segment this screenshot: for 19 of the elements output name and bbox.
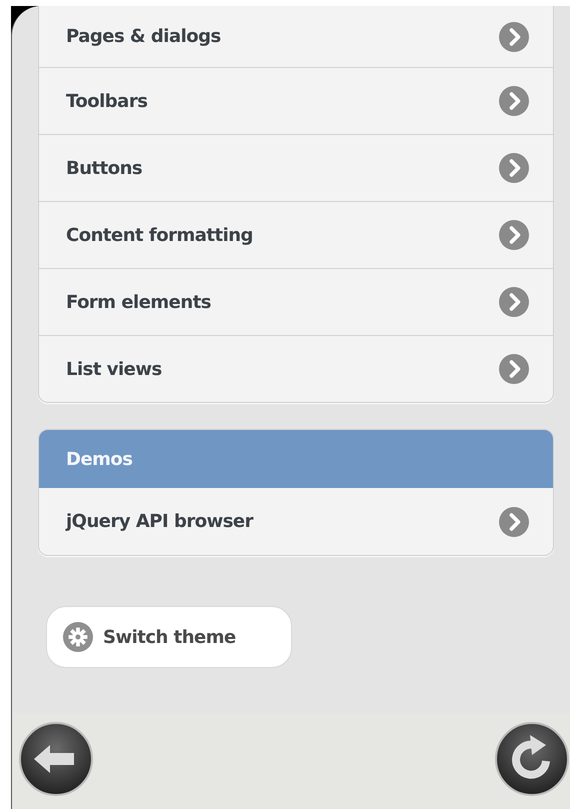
list-item[interactable]: Pages & dialogs: [39, 6, 553, 67]
gear-icon: [63, 622, 93, 652]
chevron-icon: [499, 153, 529, 183]
list-item[interactable]: Content formatting: [39, 201, 553, 268]
chevron-icon: [499, 22, 529, 52]
chevron-icon: [499, 506, 529, 536]
list-item[interactable]: Buttons: [39, 134, 553, 201]
reload-button[interactable]: [494, 721, 570, 797]
list-item[interactable]: Form elements: [39, 268, 553, 335]
list-item[interactable]: Toolbars: [39, 67, 553, 134]
chevron-icon: [499, 287, 529, 317]
chevron-icon: [499, 86, 529, 116]
list-item[interactable]: List views: [39, 335, 553, 402]
chevron-icon: [499, 354, 529, 384]
list-header: Demos: [39, 430, 553, 488]
list-item[interactable]: jQuery API browser: [39, 488, 553, 555]
chevron-icon: [499, 220, 529, 250]
back-button[interactable]: [18, 721, 94, 797]
switch-theme-button[interactable]: Switch theme: [46, 606, 292, 668]
